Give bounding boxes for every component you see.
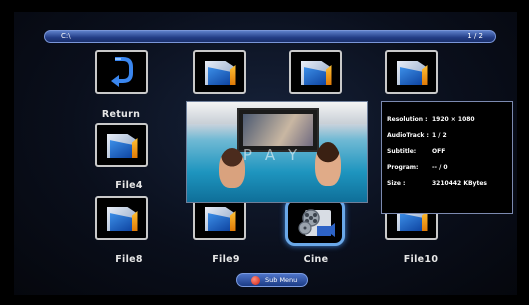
- folder-tile[interactable]: [289, 50, 342, 94]
- folder-icon: [396, 59, 428, 85]
- video-tile-selected[interactable]: [285, 198, 345, 246]
- tile-label: File4: [115, 180, 143, 191]
- info-value: 3210442 KBytes: [432, 180, 487, 187]
- folder-tile[interactable]: [95, 196, 148, 240]
- info-row-size: Size : 3210442 KBytes: [387, 176, 512, 192]
- info-row-audiotrack: AudioTrack :1 / 2: [387, 128, 512, 144]
- tile-label: Return: [101, 109, 141, 120]
- tile-label: Cine: [303, 254, 329, 265]
- info-value: OFF: [432, 148, 446, 155]
- folder-icon: [106, 132, 138, 158]
- sub-menu-button[interactable]: Sub Menu: [236, 273, 308, 287]
- return-tile[interactable]: [95, 50, 148, 94]
- folder-icon: [106, 205, 138, 231]
- folder-icon: [204, 205, 236, 231]
- page-indicator: 1 / 2: [467, 32, 483, 40]
- info-key: Program:: [387, 164, 419, 171]
- file-info-panel: Resolution : 1920 × 1080 AudioTrack :1 / …: [381, 101, 513, 214]
- folder-icon: [300, 59, 332, 85]
- info-value: 1920 × 1080: [432, 116, 475, 123]
- info-value: 1 / 2: [432, 132, 447, 139]
- path-bar: C:\ 1 / 2: [44, 30, 496, 43]
- current-path: C:\: [61, 32, 71, 40]
- info-value: -- / 0: [432, 164, 448, 171]
- video-preview: PAY: [186, 101, 368, 203]
- tile-label: File10: [403, 254, 439, 265]
- info-key: Size :: [387, 180, 406, 187]
- tile-label: File8: [115, 254, 143, 265]
- info-key: Subtitle:: [387, 148, 417, 155]
- sub-menu-label: Sub Menu: [265, 276, 298, 284]
- tile-label: File9: [212, 254, 240, 265]
- info-key: AudioTrack :: [387, 132, 429, 139]
- preview-overlay-text: PAY: [242, 146, 312, 164]
- info-row-program: Program: -- / 0: [387, 160, 512, 176]
- folder-tile[interactable]: [385, 50, 438, 94]
- folder-icon: [204, 59, 236, 85]
- red-dot-icon: [251, 276, 260, 285]
- video-file-icon: [298, 209, 335, 237]
- folder-tile[interactable]: [193, 50, 246, 94]
- return-arrow-icon: [110, 57, 133, 87]
- info-row-subtitle: Subtitle: OFF: [387, 144, 512, 160]
- folder-tile[interactable]: [95, 123, 148, 167]
- info-row-resolution: Resolution : 1920 × 1080: [387, 112, 512, 128]
- info-key: Resolution :: [387, 116, 428, 123]
